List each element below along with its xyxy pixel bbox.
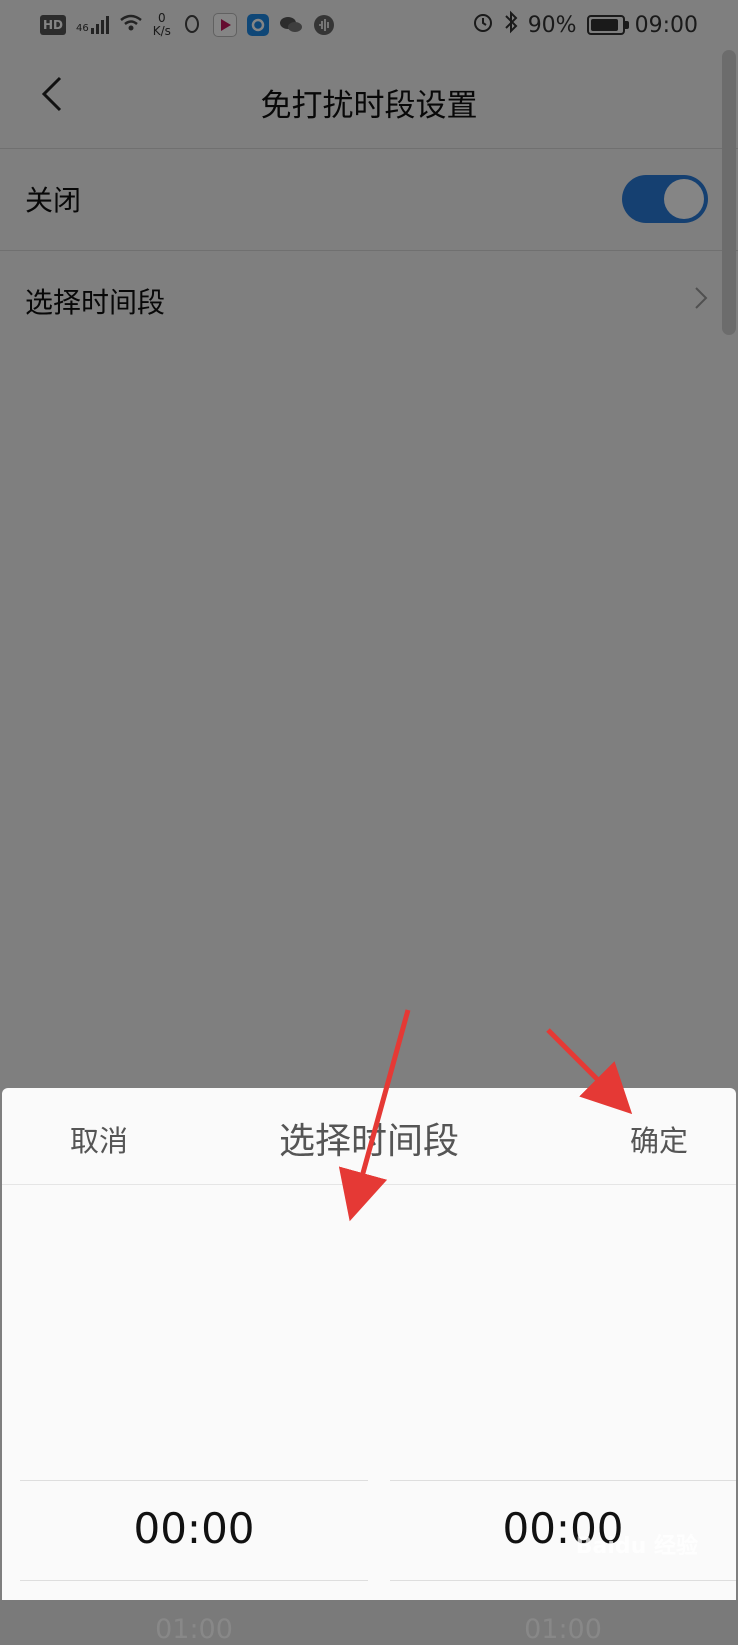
start-time-next[interactable]: 01:00 (20, 1614, 368, 1645)
end-time-next[interactable]: 01:00 (390, 1614, 736, 1645)
annotation-arrow-picker (338, 1009, 411, 1222)
annotation-arrow-confirm (546, 1028, 633, 1115)
annotation-arrows (338, 1009, 633, 1222)
watermark: Baidu 经验 (575, 1534, 698, 1559)
